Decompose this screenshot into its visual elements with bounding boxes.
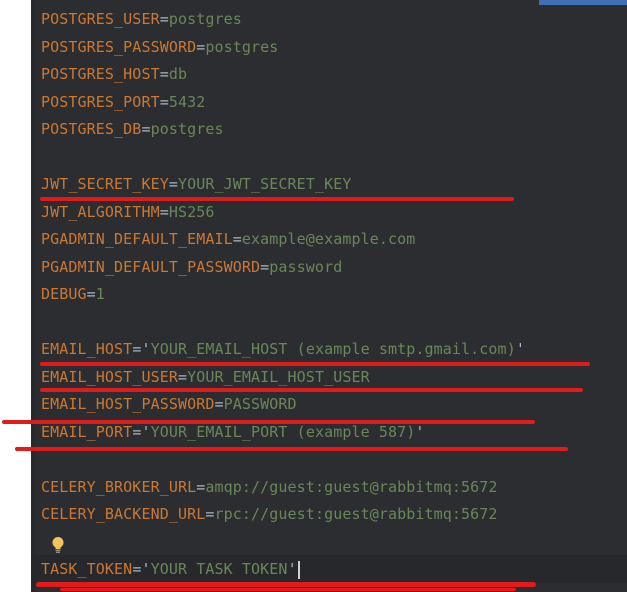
env-key: POSTGRES_PORT — [41, 93, 160, 111]
env-equals: = — [196, 38, 206, 56]
scroll-indicator[interactable] — [539, 0, 627, 5]
highlight-underline — [60, 588, 516, 591]
highlight-underline — [2, 420, 535, 424]
env-value: 1 — [95, 285, 105, 303]
env-value: postgres — [168, 10, 242, 28]
quote-open: ' — [141, 560, 151, 578]
env-key: PGADMIN_DEFAULT_EMAIL — [41, 230, 233, 248]
env-value: postgres — [150, 120, 224, 138]
env-value: password — [269, 258, 343, 276]
editor-gutter — [31, 0, 35, 592]
env-value: YOUR_JWT_SECRET_KEY — [177, 175, 352, 193]
env-equals: = — [196, 478, 206, 496]
env-key: TASK_TOKEN — [41, 560, 133, 578]
env-equals: = — [168, 175, 178, 193]
quote-open: ' — [141, 340, 151, 358]
highlight-underline — [40, 388, 583, 392]
env-key: CELERY_BROKER_URL — [41, 478, 197, 496]
env-key: EMAIL_PORT — [41, 423, 133, 441]
env-value: postgres — [205, 38, 279, 56]
env-line-email-host-user[interactable]: EMAIL_HOST_USER=YOUR_EMAIL_HOST_USER — [41, 364, 370, 391]
env-line-postgres-db[interactable]: POSTGRES_DB=postgres — [41, 116, 224, 143]
env-file-editor[interactable]: POSTGRES_USER=postgres POSTGRES_PASSWORD… — [31, 0, 627, 592]
env-value: YOUR_EMAIL_HOST_USER — [187, 368, 370, 386]
env-line-jwt-algorithm[interactable]: JWT_ALGORITHM=HS256 — [41, 199, 215, 226]
text-caret — [297, 560, 300, 579]
env-key: PGADMIN_DEFAULT_PASSWORD — [41, 258, 261, 276]
env-equals: = — [159, 10, 169, 28]
env-value: PASSWORD — [223, 395, 297, 413]
env-equals: = — [177, 368, 188, 386]
env-key: POSTGRES_PASSWORD — [41, 38, 197, 56]
quote-close: ' — [287, 560, 297, 578]
env-line-jwt-secret-key[interactable]: JWT_SECRET_KEY=YOUR_JWT_SECRET_KEY — [41, 171, 351, 198]
highlight-underline — [36, 582, 536, 587]
lightbulb-icon[interactable] — [51, 536, 65, 554]
env-value: amqp://guest:guest@rabbitmq:5672 — [205, 478, 498, 496]
env-equals: = — [159, 203, 169, 221]
env-line-postgres-user[interactable]: POSTGRES_USER=postgres — [41, 6, 242, 33]
quote-close: ' — [515, 340, 525, 358]
env-value: example@example.com — [241, 230, 416, 248]
env-value: 5432 — [168, 93, 206, 111]
env-line-pgadmin-password[interactable]: PGADMIN_DEFAULT_PASSWORD=password — [41, 254, 342, 281]
env-key: CELERY_BACKEND_URL — [41, 505, 206, 523]
env-key: DEBUG — [41, 285, 87, 303]
env-value: YOUR_EMAIL_PORT (example 587) — [150, 423, 416, 441]
env-equals: = — [260, 258, 270, 276]
env-key: JWT_SECRET_KEY — [41, 175, 169, 193]
quote-close: ' — [415, 423, 425, 441]
env-equals: = — [214, 395, 224, 413]
env-line-celery-backend-url[interactable]: CELERY_BACKEND_URL=rpc://guest:guest@rab… — [41, 501, 498, 528]
env-value: db — [168, 65, 188, 83]
env-value: YOUR TASK TOKEN — [150, 560, 288, 578]
env-line-postgres-host[interactable]: POSTGRES_HOST=db — [41, 61, 187, 88]
env-equals: = — [86, 285, 96, 303]
highlight-underline — [40, 362, 590, 366]
env-key: POSTGRES_DB — [41, 120, 142, 138]
env-equals: = — [232, 230, 242, 248]
env-value: HS256 — [168, 203, 215, 221]
env-equals: = — [205, 505, 215, 523]
env-key: JWT_ALGORITHM — [41, 203, 160, 221]
env-line-email-host[interactable]: EMAIL_HOST='YOUR_EMAIL_HOST (example smt… — [41, 336, 525, 363]
env-line-email-host-password[interactable]: EMAIL_HOST_PASSWORD=PASSWORD — [41, 391, 297, 418]
env-line-debug[interactable]: DEBUG=1 — [41, 281, 105, 308]
env-key: POSTGRES_USER — [41, 10, 160, 28]
env-line-pgadmin-email[interactable]: PGADMIN_DEFAULT_EMAIL=example@example.co… — [41, 226, 415, 253]
env-line-celery-broker-url[interactable]: CELERY_BROKER_URL=amqp://guest:guest@rab… — [41, 474, 498, 501]
quote-open: ' — [141, 423, 151, 441]
env-line-postgres-password[interactable]: POSTGRES_PASSWORD=postgres — [41, 34, 278, 61]
env-key: EMAIL_HOST_USER — [41, 368, 178, 386]
env-key: POSTGRES_HOST — [41, 65, 160, 83]
env-equals: = — [159, 93, 169, 111]
highlight-underline — [15, 447, 568, 451]
env-line-task-token[interactable]: TASK_TOKEN='YOUR TASK TOKEN' — [41, 556, 300, 583]
env-value: YOUR_EMAIL_HOST (example smtp.gmail.com) — [150, 340, 516, 358]
env-value: rpc://guest:guest@rabbitmq:5672 — [214, 505, 498, 523]
env-equals: = — [141, 120, 151, 138]
env-key: EMAIL_HOST — [41, 340, 133, 358]
env-line-postgres-port[interactable]: POSTGRES_PORT=5432 — [41, 89, 205, 116]
highlight-underline — [40, 197, 514, 201]
env-key: EMAIL_HOST_PASSWORD — [41, 395, 215, 413]
env-equals: = — [159, 65, 169, 83]
